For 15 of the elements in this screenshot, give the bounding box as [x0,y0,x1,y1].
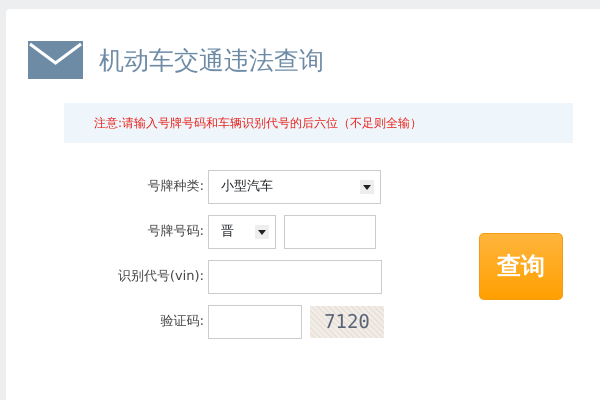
field-label: 验证码: [160,313,205,332]
province-select[interactable]: 晋 [208,215,276,249]
caret-icon [363,184,371,190]
envelope-icon [28,41,83,79]
plate-number-field[interactable] [284,215,376,249]
notice-text: 注意:请输入号牌号码和车辆识别代号的后六位（不足则全输） [64,103,573,143]
field-label: 号牌号码: [146,223,205,242]
field-label: 号牌种类: [146,178,205,196]
vin-field[interactable] [208,260,382,294]
plate-type-select[interactable]: 小型汽车 [208,170,381,204]
caret-icon [258,230,266,234]
captcha-field[interactable] [208,305,302,339]
captcha-image[interactable]: 7120 [310,306,384,338]
page-title: 机动车交通违法查询 [99,48,324,72]
field-label: 识别代号(vin): [116,268,205,286]
